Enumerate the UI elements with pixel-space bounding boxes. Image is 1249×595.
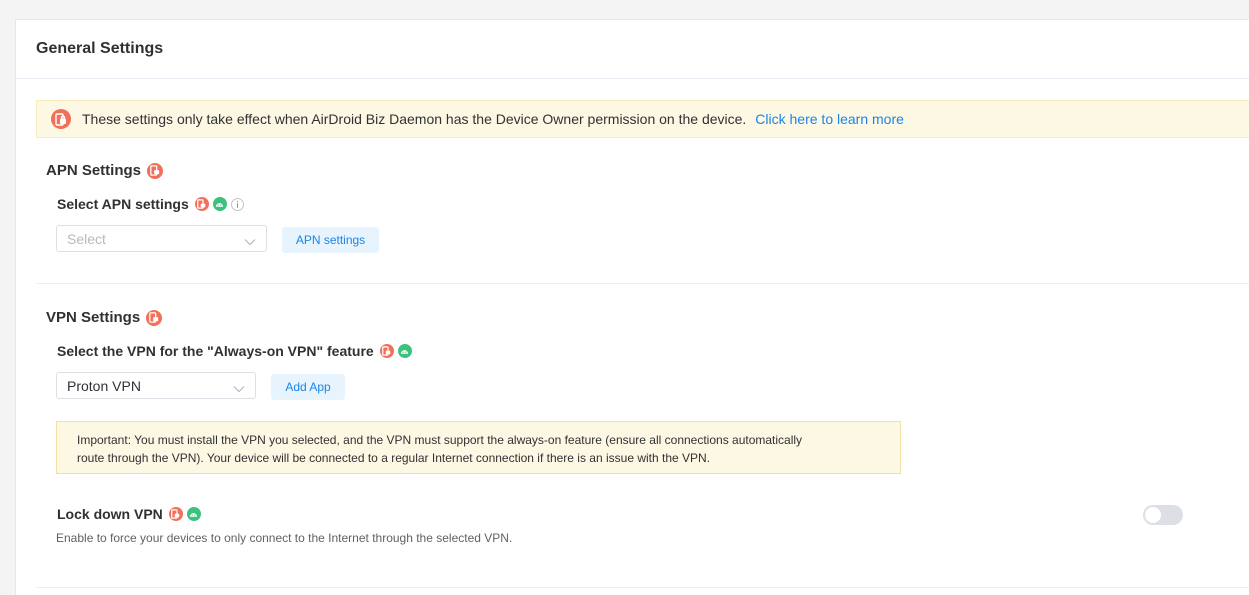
notice-text: These settings only take effect when Air… [82, 111, 747, 127]
lock-phone-icon [146, 309, 163, 326]
add-app-button[interactable]: Add App [271, 374, 345, 400]
vpn-section-title: VPN Settings [46, 309, 163, 326]
vpn-warning-line-2: route through the VPN). Your device will… [77, 451, 711, 465]
section-divider [36, 587, 1249, 588]
device-owner-notice: These settings only take effect when Air… [36, 100, 1249, 138]
lockdown-vpn-description: Enable to force your devices to only con… [56, 531, 513, 545]
apn-settings-button[interactable]: APN settings [282, 227, 379, 253]
lockdown-vpn-label: Lock down VPN [57, 506, 201, 522]
vpn-select[interactable]: Proton VPN [56, 372, 256, 399]
chevron-down-icon [244, 233, 256, 249]
general-settings-card: General Settings These settings only tak… [15, 19, 1249, 595]
vpn-section-label: VPN Settings [46, 309, 141, 326]
info-icon[interactable] [230, 197, 244, 211]
lock-phone-icon [379, 344, 394, 358]
vpn-select-value: Proton VPN [67, 377, 141, 394]
lock-phone-icon [51, 109, 71, 129]
apn-field-text: Select APN settings [57, 196, 189, 212]
lock-phone-icon [168, 507, 183, 521]
vpn-warning-box: Important: You must install the VPN you … [56, 421, 901, 474]
vpn-field-label: Select the VPN for the "Always-on VPN" f… [57, 343, 412, 359]
android-icon [186, 507, 201, 521]
page-title: General Settings [36, 40, 164, 57]
toggle-knob [1145, 507, 1161, 523]
android-icon [397, 344, 412, 358]
lockdown-vpn-toggle[interactable] [1143, 505, 1183, 525]
android-icon [212, 197, 227, 211]
section-divider [36, 283, 1249, 284]
learn-more-link[interactable]: Click here to learn more [755, 111, 904, 127]
card-header: General Settings [16, 20, 1249, 79]
apn-select[interactable]: Select [56, 225, 267, 252]
apn-section-label: APN Settings [46, 162, 142, 179]
vpn-warning-line-1: Important: You must install the VPN you … [77, 433, 803, 447]
apn-section-title: APN Settings [46, 162, 164, 179]
lock-phone-icon [147, 162, 164, 179]
lock-phone-icon [194, 197, 209, 211]
apn-field-label: Select APN settings [57, 196, 244, 212]
vpn-field-text: Select the VPN for the "Always-on VPN" f… [57, 343, 374, 359]
apn-select-placeholder: Select [67, 230, 106, 247]
chevron-down-icon [233, 380, 245, 396]
lockdown-vpn-text: Lock down VPN [57, 506, 163, 522]
